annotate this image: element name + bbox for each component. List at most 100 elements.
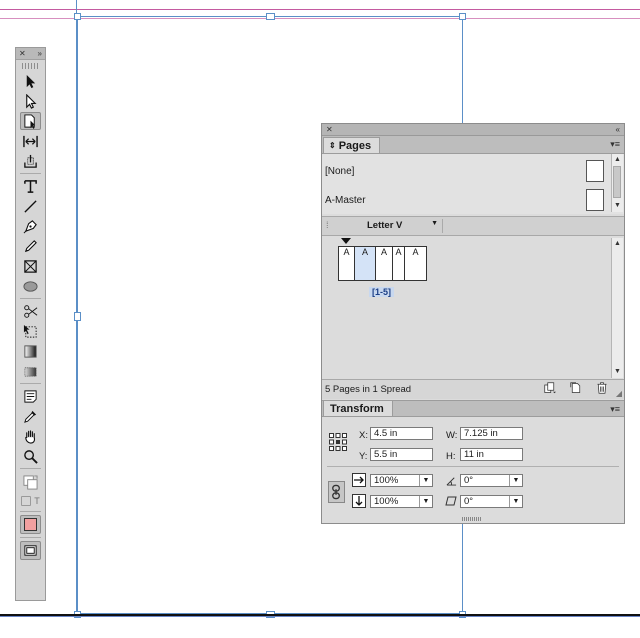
- reference-point-icon[interactable]: [329, 433, 347, 451]
- page-thumbnail-1[interactable]: A: [338, 246, 355, 281]
- scroll-down-icon[interactable]: ▼: [613, 367, 622, 376]
- scrollbar-thumb[interactable]: [613, 166, 621, 198]
- masters-section: [None] A-Master ▲ ▼: [322, 154, 624, 214]
- page-thumbnail-3[interactable]: A: [375, 246, 393, 281]
- frame-handle-top-middle[interactable]: [266, 13, 275, 20]
- top-margin-guide: [0, 9, 640, 10]
- pages-transform-panel: ✕ « ⇕ Pages ▾≡ [None] A-Master ▲ ▼ ⁞ Let…: [321, 123, 625, 524]
- scissors-tool-icon[interactable]: [20, 302, 41, 320]
- zoom-tool-icon[interactable]: [20, 447, 41, 465]
- chevron-down-icon[interactable]: ▼: [419, 496, 432, 507]
- scroll-down-icon[interactable]: ▼: [613, 201, 622, 210]
- x-field[interactable]: 4.5 in: [370, 427, 433, 440]
- content-collector-tool-icon[interactable]: [20, 152, 41, 170]
- collapse-icon[interactable]: »: [38, 49, 42, 58]
- w-field[interactable]: 7.125 in: [460, 427, 523, 440]
- scroll-up-icon[interactable]: ▲: [613, 239, 622, 248]
- direct-selection-tool-icon[interactable]: [20, 92, 41, 110]
- pen-tool-icon[interactable]: [20, 217, 41, 235]
- formatting-affects-text-icon[interactable]: T: [34, 496, 40, 506]
- page-master-letter: A: [395, 247, 402, 257]
- pages-status-bar: 5 Pages in 1 Spread ◢: [322, 379, 624, 399]
- pages-scrollbar[interactable]: ▲ ▼: [611, 238, 623, 378]
- scale-x-field[interactable]: 100% ▼: [370, 474, 433, 487]
- x-label: X:: [359, 430, 368, 441]
- gap-tool-icon[interactable]: [20, 132, 41, 150]
- page-master-letter: A: [343, 247, 350, 257]
- close-icon[interactable]: ✕: [19, 49, 26, 58]
- page-bottom-shadow: [0, 616, 640, 617]
- chevron-down-icon[interactable]: ▼: [509, 496, 522, 507]
- tools-divider: [20, 383, 41, 384]
- shear-field[interactable]: 0° ▼: [460, 495, 523, 508]
- masters-scrollbar[interactable]: ▲ ▼: [611, 154, 623, 212]
- frame-handle-top-right[interactable]: [459, 13, 466, 20]
- pages-tabbar: ⇕ Pages ▾≡: [322, 136, 624, 154]
- hand-tool-icon[interactable]: [20, 427, 41, 445]
- page-thumbnail-2[interactable]: A: [354, 246, 376, 281]
- rotate-field[interactable]: 0° ▼: [460, 474, 523, 487]
- panel-titlebar[interactable]: ✕ «: [322, 124, 624, 136]
- line-tool-icon[interactable]: [20, 197, 41, 215]
- resize-handle-icon[interactable]: ⁞: [326, 220, 329, 230]
- scale-y-icon: [352, 494, 366, 508]
- master-row-none[interactable]: [None]: [322, 157, 610, 185]
- formatting-affects-container-icon[interactable]: T: [20, 494, 41, 508]
- resize-corner-icon[interactable]: ◢: [616, 389, 622, 398]
- sort-arrows-icon: ⇕: [329, 141, 336, 150]
- status-icons: [544, 382, 608, 394]
- type-tool-icon[interactable]: [20, 177, 41, 195]
- constrain-proportions-icon[interactable]: [328, 481, 345, 503]
- page-thumbnail-5[interactable]: A: [404, 246, 427, 281]
- shear-icon: [445, 496, 457, 506]
- frame-handle-middle-left[interactable]: [74, 312, 81, 321]
- ellipse-tool-icon[interactable]: [20, 277, 41, 295]
- rectangle-frame-tool-icon[interactable]: [20, 257, 41, 275]
- panel-menu-icon[interactable]: ▾≡: [610, 404, 620, 415]
- w-label: W:: [446, 430, 458, 441]
- pencil-tool-icon[interactable]: [20, 237, 41, 255]
- spread-label[interactable]: [1-5]: [369, 287, 395, 297]
- tab-transform[interactable]: Transform: [323, 400, 393, 416]
- eyedropper-tool-icon[interactable]: [20, 407, 41, 425]
- y-label: Y:: [359, 451, 368, 462]
- panel-menu-icon[interactable]: ▾≡: [610, 139, 620, 150]
- chevron-down-icon[interactable]: ▼: [509, 475, 522, 486]
- h-field[interactable]: 11 in: [460, 448, 523, 461]
- edit-page-size-icon[interactable]: [544, 382, 556, 394]
- page-tool-icon[interactable]: [20, 112, 41, 130]
- trash-icon[interactable]: [596, 382, 608, 394]
- scale-y-field[interactable]: 100% ▼: [370, 495, 433, 508]
- tab-pages[interactable]: ⇕ Pages: [323, 137, 381, 153]
- chevron-down-icon[interactable]: ▼: [419, 475, 432, 486]
- page-master-letter: A: [361, 247, 368, 257]
- screen-mode-icon[interactable]: [20, 541, 41, 560]
- transform-divider: [327, 466, 619, 467]
- gradient-feather-tool-icon[interactable]: [20, 362, 41, 380]
- new-page-icon[interactable]: [570, 382, 582, 394]
- frame-handle-top-left[interactable]: [74, 13, 81, 20]
- gradient-swatch-tool-icon[interactable]: [20, 342, 41, 360]
- note-tool-icon[interactable]: [20, 387, 41, 405]
- collapse-icon[interactable]: «: [616, 125, 620, 134]
- rotate-icon: [446, 475, 457, 486]
- fill-stroke-swap-icon[interactable]: [20, 472, 41, 492]
- tools-divider: [20, 173, 41, 174]
- spread-indicator-icon: [341, 238, 351, 244]
- master-row-a-master[interactable]: A-Master: [322, 186, 610, 214]
- tab-pages-label: Pages: [338, 139, 372, 152]
- scroll-up-icon[interactable]: ▲: [613, 155, 622, 164]
- pages-status-text: 5 Pages in 1 Spread: [325, 384, 412, 395]
- tools-panel-header[interactable]: ✕ »: [16, 48, 45, 60]
- close-icon[interactable]: ✕: [326, 125, 333, 134]
- y-field[interactable]: 5.5 in: [370, 448, 433, 461]
- page-size-dropdown[interactable]: Letter V ▼: [352, 219, 443, 233]
- free-transform-tool-icon[interactable]: [20, 322, 41, 340]
- master-label: A-Master: [325, 194, 366, 206]
- master-thumbnail[interactable]: [586, 160, 604, 182]
- master-thumbnail[interactable]: [586, 189, 604, 211]
- fill-swatch[interactable]: [20, 515, 41, 534]
- tools-grip[interactable]: [22, 63, 39, 69]
- selection-tool-icon[interactable]: [20, 72, 41, 90]
- panel-resize-grip[interactable]: [462, 517, 482, 521]
